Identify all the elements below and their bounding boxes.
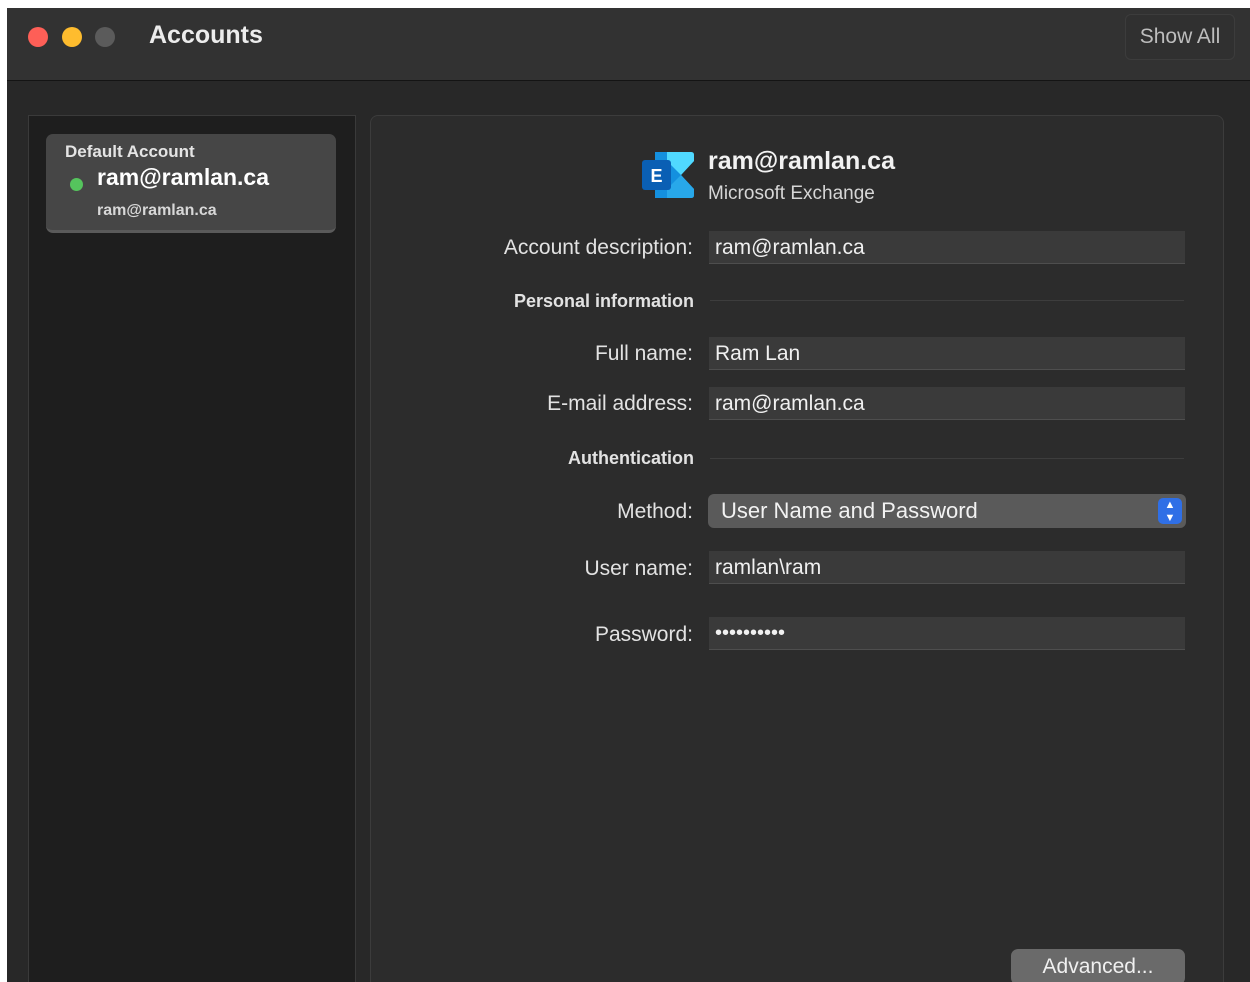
account-description-label: Account description: (503, 236, 693, 259)
user-name-field[interactable]: ramlan\ram (709, 551, 1185, 584)
full-name-field[interactable]: Ram Lan (709, 337, 1185, 370)
account-list-item[interactable]: Default Account ram@ramlan.ca ram@ramlan… (46, 134, 336, 233)
email-address-field[interactable]: ram@ramlan.ca (709, 387, 1185, 420)
close-window-button[interactable] (28, 27, 48, 47)
method-label: Method: (617, 500, 693, 523)
account-type: Microsoft Exchange (708, 183, 875, 204)
minimize-window-button[interactable] (62, 27, 82, 47)
method-select[interactable]: User Name and Password ▲ ▼ (708, 494, 1186, 528)
account-category-label: Default Account (65, 142, 195, 161)
window-title: Accounts (149, 21, 263, 49)
email-address-label: E-mail address: (547, 392, 693, 415)
full-name-label: Full name: (594, 342, 693, 365)
personal-information-heading: Personal information (513, 291, 694, 311)
advanced-button[interactable]: Advanced... (1011, 949, 1185, 982)
account-description-field[interactable]: ram@ramlan.ca (709, 231, 1185, 264)
exchange-logo-icon: E (642, 152, 694, 198)
show-all-button[interactable]: Show All (1125, 14, 1235, 60)
authentication-heading: Authentication (568, 448, 694, 468)
chevron-up-down-icon: ▲ ▼ (1158, 498, 1182, 524)
accounts-sidebar: Default Account ram@ramlan.ca ram@ramlan… (28, 115, 356, 982)
password-field[interactable]: •••••••••• (709, 617, 1185, 650)
user-name-label: User name: (584, 557, 693, 580)
title-bar: Accounts Show All (7, 8, 1250, 81)
password-label: Password: (594, 623, 693, 646)
accounts-window: Accounts Show All Default Account ram@ra… (7, 8, 1250, 982)
svg-text:E: E (650, 166, 662, 186)
account-header-name: ram@ramlan.ca (708, 147, 895, 175)
zoom-window-button[interactable] (95, 27, 115, 47)
section-divider (710, 300, 1184, 301)
account-name: ram@ramlan.ca (97, 164, 270, 190)
online-status-icon (70, 178, 83, 191)
method-select-value: User Name and Password (721, 498, 978, 523)
section-divider (710, 458, 1184, 459)
account-email: ram@ramlan.ca (97, 202, 217, 219)
